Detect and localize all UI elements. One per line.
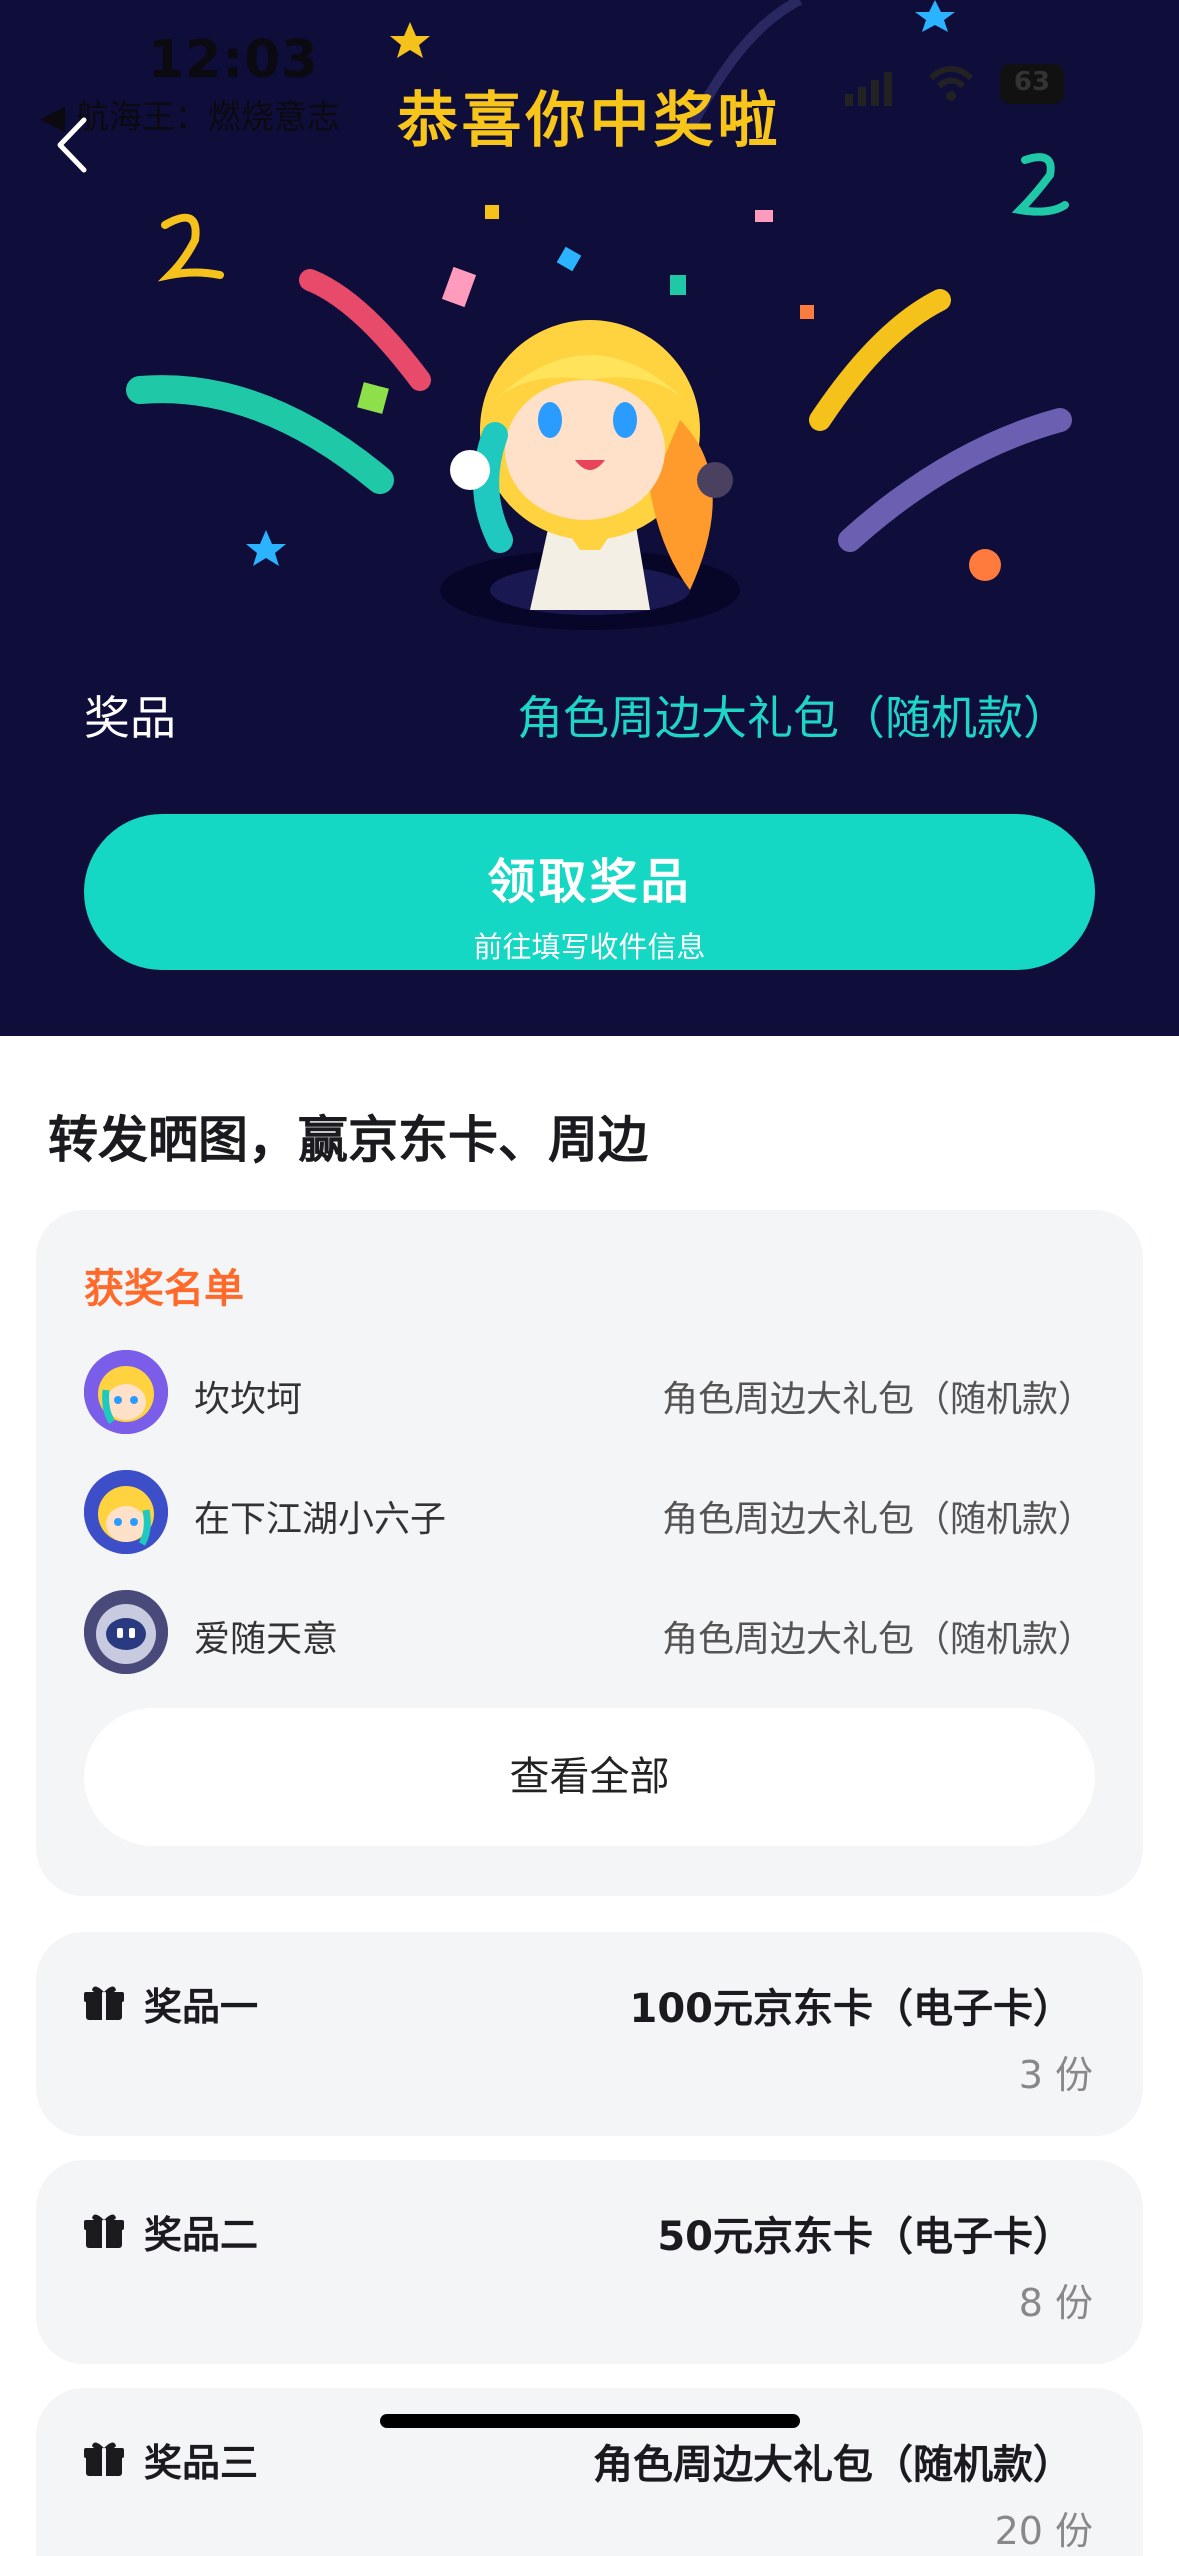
hero-banner: 12:03 ◀ 航海王：燃烧意志 63 恭喜你中奖啦 奖品 角色周边大礼包（随机… — [0, 0, 1179, 1036]
winner-row: 爱随天意 角色周边大礼包（随机款） — [84, 1590, 1094, 1676]
claim-button-title: 领取奖品 — [487, 854, 692, 910]
tier-count: 8 份 — [1018, 2281, 1093, 2325]
winners-card: 获奖名单 坎坎坷 角色周边大礼包（随机款） 在下江湖小六子 角色周边大礼包（随机… — [36, 1210, 1143, 1896]
prize-tier-card: 奖品一 100元京东卡（电子卡） 3 份 — [36, 1932, 1143, 2136]
prize-tier-card: 奖品二 50元京东卡（电子卡） 8 份 — [36, 2160, 1143, 2364]
winner-name: 在下江湖小六子 — [194, 1499, 447, 1540]
winner-name: 坎坎坷 — [194, 1379, 303, 1420]
tier-prize: 50元京东卡（电子卡） — [657, 2214, 1073, 2260]
avatar — [84, 1350, 168, 1434]
winner-prize: 角色周边大礼包（随机款） — [661, 1619, 1094, 1660]
winner-row: 在下江湖小六子 角色周边大礼包（随机款） — [84, 1470, 1094, 1556]
page-title: 恭喜你中奖啦 — [397, 86, 782, 156]
tier-prize: 100元京东卡（电子卡） — [629, 1986, 1074, 2032]
prize-label: 奖品 — [84, 691, 176, 745]
winners-heading: 获奖名单 — [84, 1266, 244, 1312]
winner-prize: 角色周边大礼包（随机款） — [661, 1499, 1094, 1540]
claim-prize-button[interactable]: 领取奖品 前往填写收件信息 — [84, 814, 1095, 970]
gift-icon — [84, 1986, 124, 2020]
tier-count: 20 份 — [994, 2509, 1093, 2553]
claim-button-subtitle: 前往填写收件信息 — [473, 930, 706, 964]
tier-label: 奖品二 — [144, 2213, 259, 2257]
tier-count: 3 份 — [1018, 2053, 1093, 2097]
view-all-button[interactable]: 查看全部 — [84, 1708, 1095, 1846]
winner-prize: 角色周边大礼包（随机款） — [661, 1379, 1094, 1420]
winner-name: 爱随天意 — [194, 1619, 339, 1660]
tier-prize: 角色周边大礼包（随机款） — [593, 2442, 1073, 2488]
avatar — [84, 1590, 168, 1674]
mascot-illustration — [440, 320, 740, 630]
prize-name: 角色周边大礼包（随机款） — [517, 691, 1069, 745]
tier-label: 奖品三 — [144, 2441, 259, 2485]
section-title: 转发晒图，赢京东卡、周边 — [48, 1111, 648, 1169]
tier-label: 奖品一 — [144, 1985, 259, 2029]
home-indicator[interactable] — [380, 2414, 800, 2428]
gift-icon — [84, 2214, 124, 2248]
gift-icon — [84, 2442, 124, 2476]
avatar — [84, 1470, 168, 1554]
winner-row: 坎坎坷 角色周边大礼包（随机款） — [84, 1350, 1094, 1436]
